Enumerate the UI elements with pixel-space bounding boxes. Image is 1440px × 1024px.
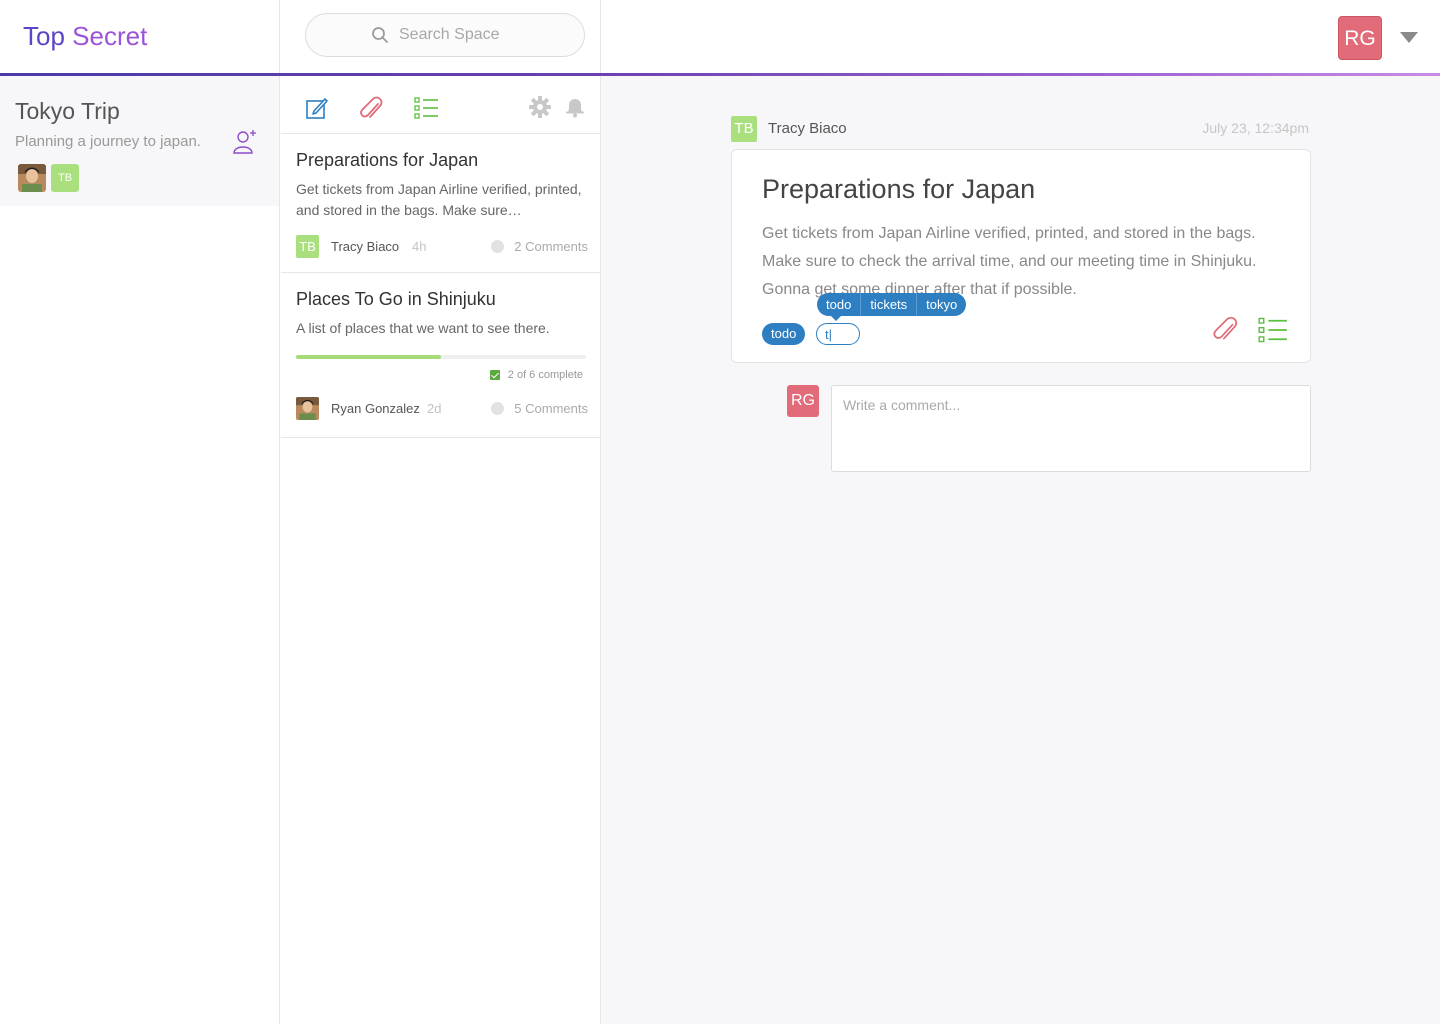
commenter-avatar: RG xyxy=(787,385,819,417)
checklist-progress-bar xyxy=(296,355,586,359)
comment-bubble-icon xyxy=(491,240,505,253)
note-comments-link[interactable]: 5 Comments xyxy=(491,401,588,416)
notes-column: Preparations for Japan Get tickets from … xyxy=(281,76,601,1024)
user-menu-caret-icon[interactable] xyxy=(1400,32,1418,43)
post-card: Preparations for Japan Get tickets from … xyxy=(731,149,1311,363)
post-author-avatar: TB xyxy=(731,116,757,142)
space-title: Tokyo Trip xyxy=(15,98,120,124)
space-members: TB xyxy=(18,164,79,192)
tag-suggestions-popup: todo tickets tokyo xyxy=(817,293,967,321)
new-note-icon[interactable] xyxy=(305,96,329,120)
note-age: 2d xyxy=(427,401,442,416)
post-date: July 23, 12:34pm xyxy=(1202,120,1309,136)
attachment-icon[interactable] xyxy=(357,95,385,123)
checklist-progress-label: 2 of 6 complete xyxy=(296,369,585,381)
checkbox-checked-icon xyxy=(489,370,500,380)
space-description: Planning a journey to japan. xyxy=(15,133,201,150)
space-card-tokyo-trip[interactable]: Tokyo Trip Planning a journey to japan. … xyxy=(0,76,279,206)
author-avatar-photo xyxy=(296,397,319,420)
checklist-progress-text: 2 of 6 complete xyxy=(507,369,583,381)
spaces-sidebar: Tokyo Trip Planning a journey to japan. … xyxy=(0,76,280,1024)
note-author: Tracy Biaco xyxy=(331,239,400,254)
post-header: TB Tracy Biaco July 23, 12:34pm xyxy=(731,116,1309,142)
post-title[interactable]: Preparations for Japan xyxy=(762,174,1035,205)
tag-suggestion-tickets[interactable]: tickets xyxy=(861,293,918,316)
search-input[interactable] xyxy=(399,26,519,44)
search-column xyxy=(280,0,601,73)
brand-word-top: Top xyxy=(23,21,65,51)
add-member-icon[interactable] xyxy=(232,128,258,156)
search-icon xyxy=(372,27,388,43)
note-excerpt: A list of places that we want to see the… xyxy=(296,320,550,336)
tag-suggestion-tokyo[interactable]: tokyo xyxy=(917,293,966,316)
comment-bubble-icon xyxy=(491,402,505,415)
tag-suggestion-todo[interactable]: todo xyxy=(817,293,862,316)
post-attachment-icon[interactable] xyxy=(1210,315,1240,345)
notes-toolbar xyxy=(281,76,600,134)
post-checklist-icon[interactable] xyxy=(1258,316,1288,344)
note-age: 4h xyxy=(412,239,427,254)
note-item-shinjuku[interactable]: Places To Go in Shinjuku A list of place… xyxy=(281,273,600,438)
checklist-progress-fill xyxy=(296,355,441,359)
comment-input[interactable] xyxy=(831,385,1311,472)
note-excerpt: Get tickets from Japan Airline verified,… xyxy=(296,181,582,218)
checklist-icon[interactable] xyxy=(414,96,440,120)
note-comments-count: 2 Comments xyxy=(514,239,588,254)
note-detail-pane: TB Tracy Biaco July 23, 12:34pm Preparat… xyxy=(601,76,1440,1024)
post-body[interactable]: Get tickets from Japan Airline verified,… xyxy=(762,220,1282,304)
member-avatar-photo[interactable] xyxy=(18,164,46,192)
note-title: Preparations for Japan xyxy=(296,150,479,170)
current-user-avatar[interactable]: RG xyxy=(1338,16,1382,60)
note-meta: Ryan Gonzalez 2d 5 Comments xyxy=(296,395,588,437)
tag-todo[interactable]: todo xyxy=(762,323,806,345)
post-author: Tracy Biaco xyxy=(768,120,847,137)
note-author: Ryan Gonzalez xyxy=(331,401,420,416)
note-comments-link[interactable]: 2 Comments xyxy=(491,239,588,254)
note-title: Places To Go in Shinjuku xyxy=(296,289,496,309)
member-avatar-tb[interactable]: TB xyxy=(51,164,79,192)
author-avatar: TB xyxy=(296,235,319,258)
note-meta: TB Tracy Biaco 4h 2 Comments xyxy=(296,233,588,275)
app-brand[interactable]: Top Secret xyxy=(0,0,280,73)
notifications-bell-icon[interactable] xyxy=(564,96,586,118)
app-header: Top Secret RG xyxy=(0,0,1440,74)
note-comments-count: 5 Comments xyxy=(514,401,588,416)
search-box[interactable] xyxy=(305,13,585,57)
tag-input[interactable] xyxy=(816,323,860,345)
note-item-preparations[interactable]: Preparations for Japan Get tickets from … xyxy=(281,134,600,273)
brand-word-secret: Secret xyxy=(72,21,148,51)
settings-gear-icon[interactable] xyxy=(529,96,551,118)
